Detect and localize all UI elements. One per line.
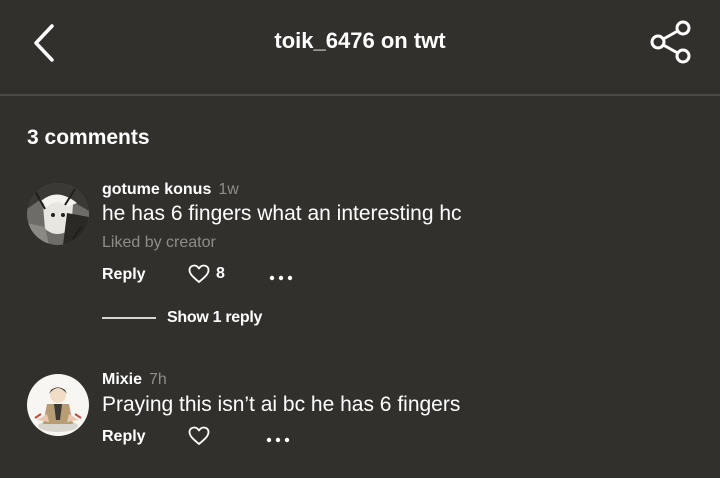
reply-button[interactable]: Reply — [102, 428, 146, 446]
like-button[interactable]: 8 — [188, 264, 225, 284]
comment-username[interactable]: gotume konus — [102, 181, 211, 198]
character-avatar-image — [27, 374, 89, 436]
top-bar: toik_6476 on twt — [0, 0, 720, 96]
show-replies-button[interactable]: Show 1 reply — [102, 309, 262, 327]
more-dots-icon — [269, 275, 293, 281]
more-options-button[interactable] — [265, 432, 291, 443]
like-count: 8 — [216, 265, 225, 282]
avatar[interactable] — [27, 183, 89, 245]
more-options-button[interactable] — [268, 270, 294, 281]
comment-username[interactable]: Mixie — [102, 371, 142, 388]
avatar[interactable] — [27, 374, 89, 436]
reply-button[interactable]: Reply — [102, 266, 146, 284]
comment-header: gotume konus 1w — [102, 181, 239, 199]
page-title: toik_6476 on twt — [274, 28, 446, 53]
comments-count: 3 comments — [27, 126, 150, 149]
comment-text: he has 6 fingers what an interesting hc — [102, 202, 462, 225]
share-icon — [650, 20, 691, 64]
comment-header: Mixie 7h — [102, 371, 167, 389]
comment-text: Praying this isn’t ai bc he has 6 finger… — [102, 393, 461, 416]
anime-avatar-image — [27, 183, 89, 245]
comment-time: 7h — [149, 371, 167, 388]
comment-time: 1w — [218, 181, 239, 198]
reply-thread-line — [102, 317, 156, 319]
heart-outline-icon — [188, 426, 210, 445]
show-replies-label: Show 1 reply — [167, 309, 263, 326]
share-button[interactable] — [648, 20, 694, 64]
heart-outline-icon — [188, 264, 210, 283]
like-button[interactable] — [188, 426, 210, 446]
liked-by-creator-label: Liked by creator — [102, 234, 216, 251]
more-dots-icon — [266, 437, 290, 443]
